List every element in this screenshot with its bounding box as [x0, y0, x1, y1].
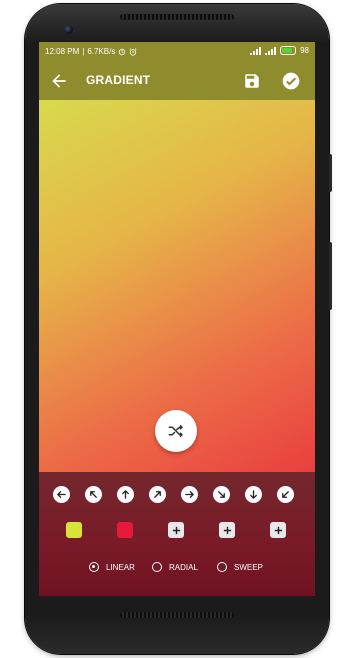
plus-icon	[172, 526, 180, 534]
direction-down-button[interactable]	[245, 486, 262, 503]
status-separator: |	[82, 47, 85, 56]
direction-up-right-button[interactable]	[149, 486, 166, 503]
page-title: GRADIENT	[86, 73, 151, 87]
top-speaker	[120, 14, 234, 20]
arrow-right-icon	[185, 491, 194, 498]
direction-down-right-button[interactable]	[213, 486, 230, 503]
direction-row	[53, 486, 303, 504]
data-saver-icon	[119, 48, 126, 55]
shuffle-button[interactable]	[155, 410, 197, 452]
direction-down-left-button[interactable]	[277, 486, 294, 503]
radio-sweep-indicator	[217, 562, 227, 572]
arrow-down-left-icon	[282, 491, 289, 498]
signal-icon-2	[265, 46, 277, 55]
arrow-left-icon	[57, 491, 66, 498]
gradient-preview	[39, 100, 315, 472]
add-color-button[interactable]	[219, 522, 235, 538]
color-swatch-2[interactable]	[117, 522, 133, 538]
radio-linear-indicator	[89, 562, 99, 572]
direction-left-button[interactable]	[53, 486, 70, 503]
plus-icon	[223, 526, 231, 534]
phone-frame: 12:08 PM | 6.7KB/s 98 GRADIENT LINEAR RA…	[25, 4, 332, 654]
radio-linear[interactable]: LINEAR	[89, 562, 135, 572]
battery-icon	[280, 46, 297, 55]
battery-percent: 98	[300, 46, 309, 55]
add-color-button[interactable]	[168, 522, 184, 538]
arrow-down-right-icon	[218, 491, 225, 498]
power-button	[329, 154, 332, 192]
shuffle-icon	[168, 425, 183, 437]
add-color-button[interactable]	[270, 522, 286, 538]
radio-sweep-label: SWEEP	[234, 562, 263, 572]
status-time: 12:08 PM	[45, 47, 80, 56]
arrow-up-right-icon	[154, 491, 161, 498]
radio-radial-indicator	[152, 562, 162, 572]
radio-radial-label: RADIAL	[169, 562, 198, 572]
save-icon[interactable]	[243, 72, 261, 90]
back-arrow-icon[interactable]	[49, 71, 69, 91]
direction-up-button[interactable]	[117, 486, 134, 503]
done-check-icon[interactable]	[281, 71, 301, 91]
radio-radial[interactable]: RADIAL	[152, 562, 198, 572]
status-bar: 12:08 PM | 6.7KB/s 98	[39, 42, 315, 62]
arrow-down-icon	[250, 490, 257, 499]
network-speed: 6.7KB/s	[87, 47, 116, 56]
direction-right-button[interactable]	[181, 486, 198, 503]
color-swatch-1[interactable]	[66, 522, 82, 538]
app-bar: GRADIENT	[39, 62, 315, 100]
controls-panel: LINEAR RADIAL SWEEP	[39, 472, 315, 596]
bottom-speaker	[120, 612, 234, 618]
front-camera	[64, 25, 73, 34]
alarm-icon	[129, 47, 137, 56]
volume-button	[329, 242, 332, 310]
arrow-up-left-icon	[90, 491, 97, 498]
direction-up-left-button[interactable]	[85, 486, 102, 503]
screen: 12:08 PM | 6.7KB/s 98 GRADIENT LINEAR RA…	[39, 42, 315, 596]
arrow-up-icon	[122, 490, 129, 499]
signal-icon	[250, 46, 262, 55]
gradient-type-group: LINEAR RADIAL SWEEP	[89, 562, 309, 578]
radio-sweep[interactable]: SWEEP	[217, 562, 263, 572]
radio-linear-label: LINEAR	[106, 562, 135, 572]
plus-icon	[274, 526, 282, 534]
